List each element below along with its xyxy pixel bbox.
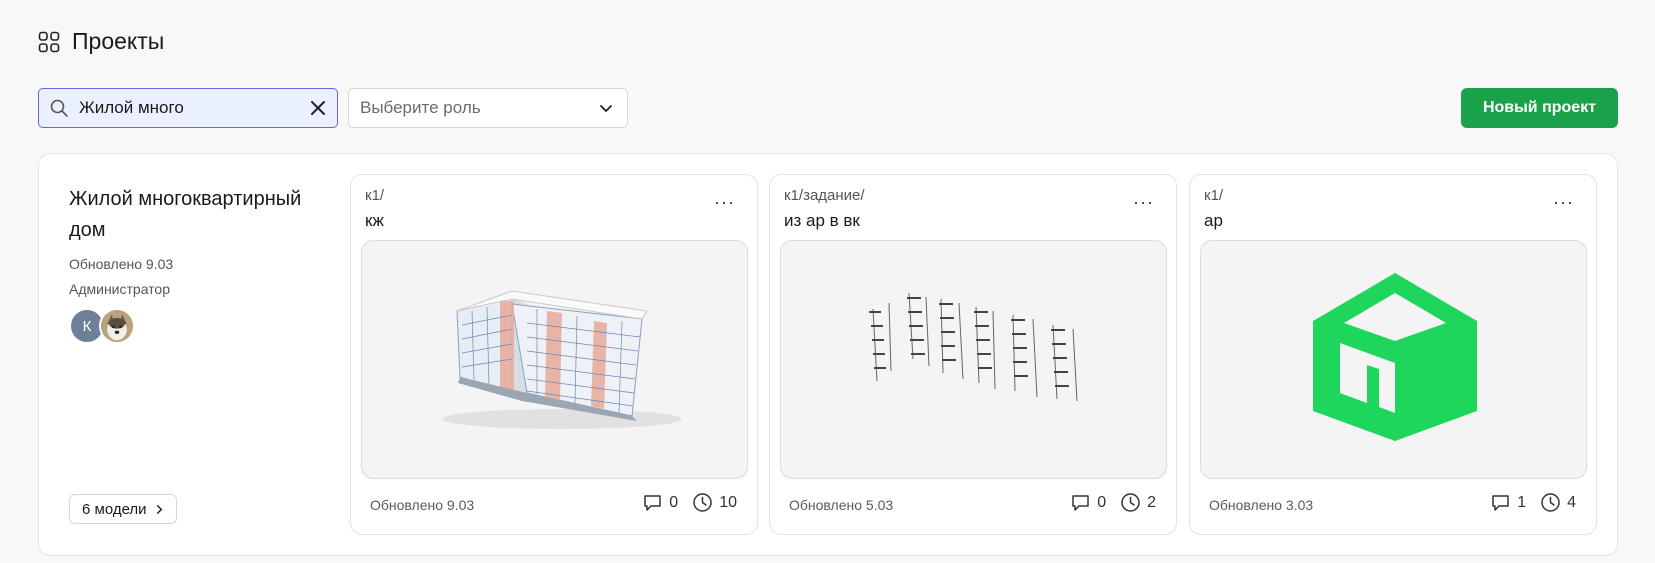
model-updated: Обновлено 9.03 (370, 497, 475, 513)
models-count-label: 6 модели (82, 500, 147, 518)
clock-icon (1121, 493, 1140, 512)
dog-photo-icon (101, 310, 133, 342)
new-project-button[interactable]: Новый проект (1461, 88, 1618, 128)
grid-icon (38, 31, 60, 52)
project-role: Администратор (69, 281, 171, 297)
toolbar: Выберите роль Новый проект (38, 88, 1618, 128)
comment-icon (1492, 495, 1509, 511)
comment-icon (644, 495, 662, 511)
pipes-model-image (869, 292, 1078, 402)
model-name: кж (365, 211, 384, 230)
more-options-icon[interactable]: ··· (714, 193, 735, 211)
model-updated: Обновлено 3.03 (1209, 497, 1314, 513)
model-path: к1/ (1204, 187, 1224, 204)
model-preview[interactable] (780, 240, 1167, 479)
more-options-icon[interactable]: ··· (1553, 193, 1574, 211)
role-select-placeholder: Выберите роль (360, 98, 481, 117)
project-info: Жилой многоквартирный дом Обновлено 9.03… (69, 184, 309, 344)
versions-count: 10 (719, 493, 737, 511)
model-card[interactable]: к1/задание/ из ар в вк ··· Обновлено 5.0… (769, 174, 1177, 535)
clock-icon (1541, 493, 1560, 512)
comments-stat[interactable]: 0 (642, 492, 678, 513)
versions-stat[interactable]: 4 (1540, 492, 1576, 513)
comment-icon (1072, 495, 1089, 511)
clock-icon (693, 493, 712, 512)
model-stats: 1 4 (1490, 492, 1576, 513)
search-field[interactable] (38, 88, 338, 128)
more-options-icon[interactable]: ··· (1133, 193, 1154, 211)
avatar-photo[interactable] (99, 308, 135, 344)
model-preview[interactable] (1200, 240, 1587, 479)
chevron-down-icon (600, 105, 612, 112)
search-icon (50, 99, 68, 117)
building-model-image (442, 290, 682, 429)
model-card[interactable]: к1/ кж ··· Обновлено 9.03 0 10 (350, 174, 758, 535)
search-input[interactable] (79, 98, 309, 118)
clear-icon[interactable] (309, 99, 327, 117)
model-updated: Обновлено 5.03 (789, 497, 894, 513)
project-updated: Обновлено 9.03 (69, 256, 174, 272)
model-stats: 0 10 (642, 492, 737, 513)
comments-count: 0 (1097, 493, 1107, 511)
versions-stat[interactable]: 2 (1120, 492, 1156, 513)
house-logo-icon (1313, 273, 1477, 441)
comments-stat[interactable]: 0 (1070, 492, 1106, 513)
model-name: ар (1204, 211, 1223, 230)
model-stats: 0 2 (1070, 492, 1156, 513)
comments-count: 0 (669, 493, 679, 511)
models-count-button[interactable]: 6 модели (69, 494, 177, 524)
page-title: Проекты (72, 28, 165, 54)
versions-count: 4 (1567, 493, 1576, 511)
model-path: к1/задание/ (784, 187, 865, 204)
comments-stat[interactable]: 1 (1490, 492, 1526, 513)
page-header: Проекты (38, 28, 164, 55)
model-preview[interactable] (361, 240, 748, 479)
versions-stat[interactable]: 10 (692, 492, 737, 513)
project-card: Жилой многоквартирный дом Обновлено 9.03… (38, 153, 1618, 556)
project-name[interactable]: Жилой многоквартирный дом (69, 184, 309, 246)
role-select[interactable]: Выберите роль (348, 88, 628, 128)
model-path: к1/ (365, 187, 385, 204)
avatar-group: К (69, 308, 309, 344)
model-card[interactable]: к1/ ар ··· Обновлено 3.03 1 4 (1189, 174, 1597, 535)
chevron-right-icon (156, 504, 162, 514)
comments-count: 1 (1517, 493, 1527, 511)
model-name: из ар в вк (784, 211, 860, 230)
versions-count: 2 (1147, 493, 1156, 511)
